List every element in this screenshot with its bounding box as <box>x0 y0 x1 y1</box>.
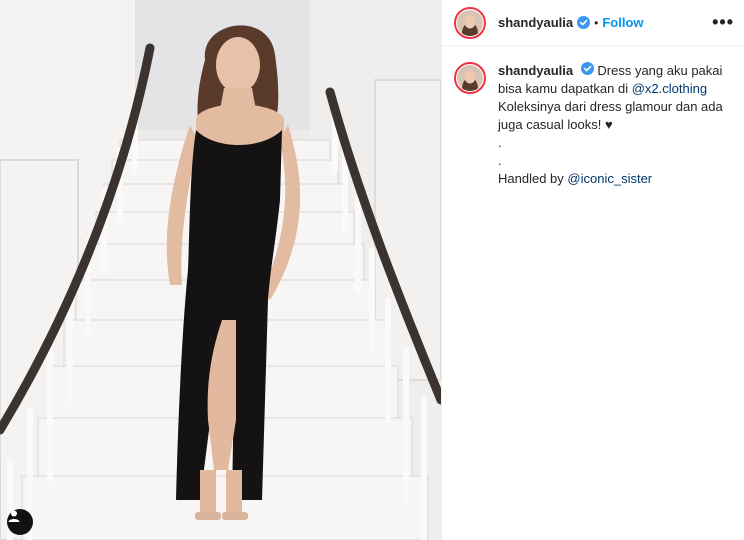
separator-dot: • <box>594 15 599 30</box>
author-avatar[interactable] <box>454 6 486 39</box>
post-photo[interactable] <box>0 0 441 540</box>
caption-text-3: Handled by <box>498 171 564 186</box>
caption-author-avatar[interactable] <box>454 62 486 94</box>
mention-link-iconic-sister[interactable]: @iconic_sister <box>567 171 652 186</box>
caption-text-2: Koleksinya dari dress glamour dan ada ju… <box>498 99 723 132</box>
avatar-image <box>457 9 483 36</box>
follow-button[interactable]: Follow <box>602 15 643 30</box>
user-tag-button[interactable] <box>7 509 33 535</box>
caption-dot-1: . <box>498 135 502 150</box>
verified-badge-icon <box>580 62 594 75</box>
user-tag-icon <box>8 510 20 522</box>
verified-badge-icon <box>577 16 591 29</box>
mention-link-x2clothing[interactable]: @x2.clothing <box>632 81 707 96</box>
author-username[interactable]: shandyaulia <box>498 15 573 30</box>
post-header: shandyaulia • Follow ••• <box>442 0 744 46</box>
post-caption: shandyaulia Dress yang aku pakai bisa ka… <box>442 46 744 188</box>
caption-dot-2: . <box>498 153 502 168</box>
caption-text: shandyaulia Dress yang aku pakai bisa ka… <box>498 62 728 188</box>
caption-handled-line: Handled by @iconic_sister <box>498 170 728 188</box>
more-options-icon[interactable]: ••• <box>712 12 734 33</box>
avatar-image <box>457 65 483 91</box>
caption-username[interactable]: shandyaulia <box>498 63 573 78</box>
photo-illustration <box>0 0 441 540</box>
post-side-panel: shandyaulia • Follow ••• shandyaulia Dre… <box>441 0 744 540</box>
